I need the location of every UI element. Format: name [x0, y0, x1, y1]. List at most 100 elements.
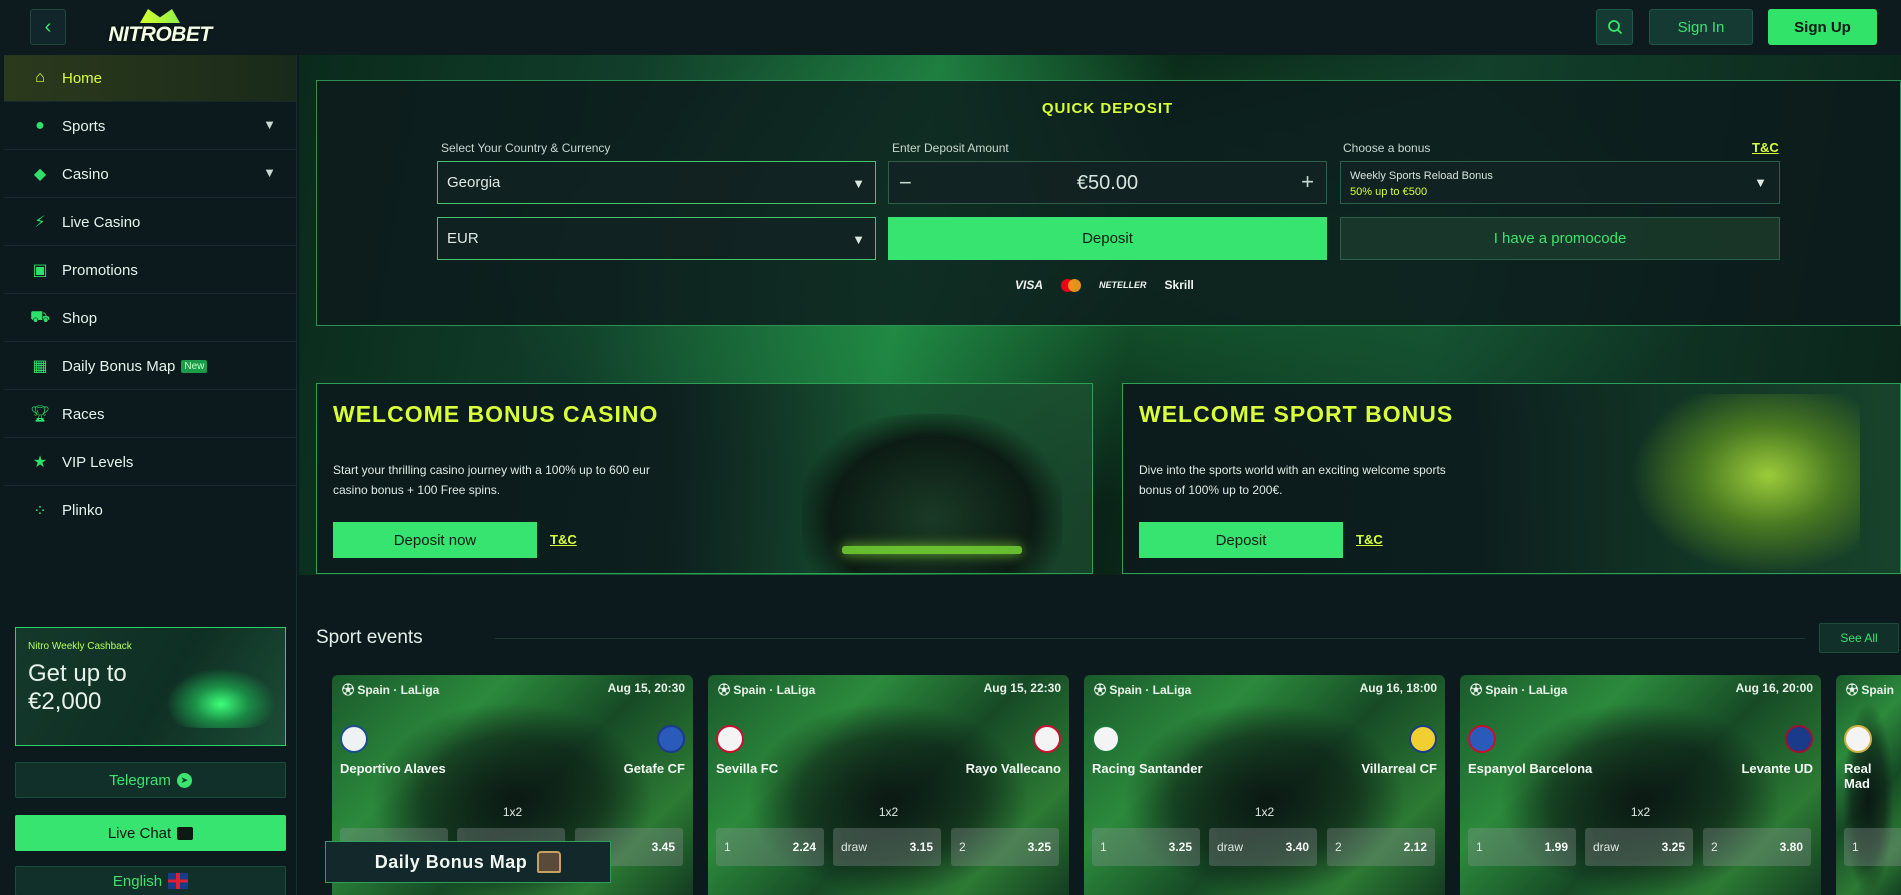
see-all-button[interactable]: See All [1819, 623, 1899, 653]
market-label: 1x2 [502, 805, 523, 819]
plinko-icon: ⁘ [33, 502, 47, 520]
tc-link[interactable]: T&C [1752, 140, 1779, 155]
lightning-icon: ⚡ [34, 214, 46, 231]
bonus-title: WELCOME SPORT BONUS [1139, 401, 1454, 427]
event-card[interactable]: ⚽︎ Spain Real Mad 1 [1836, 675, 1901, 895]
event-date: Aug 16, 20:00 [1735, 681, 1813, 695]
language-label: English [112, 872, 163, 890]
odd-home-button[interactable]: 1 2.24 [716, 828, 824, 866]
league-label: ⚽︎ Spain [1846, 683, 1895, 697]
live-chat-label: Live Chat [107, 824, 172, 842]
chevron-left-icon: ‹ [44, 15, 52, 38]
league-label: ⚽︎ Spain · LaLiga [718, 683, 816, 697]
event-card[interactable]: ⚽︎ Spain · LaLiga Aug 15, 22:30 Sevilla … [708, 675, 1069, 895]
collapse-sidebar-button[interactable]: ‹ [30, 9, 66, 45]
odd-draw-button[interactable]: draw 3.25 [1585, 828, 1693, 866]
language-selector[interactable]: English [15, 866, 286, 895]
sidebar-item-daily-bonus-map[interactable]: ▦ Daily Bonus Map New [4, 343, 296, 390]
odd-home-button[interactable]: 1 [1844, 828, 1901, 866]
away-team: Getafe CF [623, 761, 685, 776]
promocode-button[interactable]: I have a promocode [1340, 217, 1780, 260]
odd-away-button[interactable]: 2 3.25 [951, 828, 1059, 866]
nitrobet-logo[interactable]: NITROBET [108, 6, 212, 50]
daily-bonus-map-button[interactable]: Daily Bonus Map [325, 841, 611, 883]
chevron-down-icon[interactable]: ▼ [263, 117, 276, 132]
away-team-crest-icon [1785, 725, 1813, 753]
sidebar-item-label: Sports [62, 117, 106, 135]
event-date: Aug 15, 20:30 [607, 681, 685, 695]
sign-in-button[interactable]: Sign In [1649, 9, 1753, 45]
sign-up-button[interactable]: Sign Up [1768, 9, 1877, 45]
payment-methods: VISA NETELLER Skrill [1015, 276, 1205, 294]
country-select[interactable]: Georgia ▼ [437, 161, 876, 204]
daily-bonus-map-label: Daily Bonus Map [374, 851, 528, 872]
tc-link[interactable]: T&C [550, 532, 577, 547]
bonus-description: Start your thrilling casino journey with… [333, 463, 650, 497]
bonus-select[interactable]: Weekly Sports Reload Bonus 50% up to €50… [1340, 161, 1780, 204]
league-label: ⚽︎ Spain · LaLiga [1094, 683, 1192, 697]
deposit-amount-stepper[interactable]: − €50.00 + [888, 161, 1327, 204]
sidebar-item-races[interactable]: 🏆︎ Races [4, 391, 296, 438]
bonus-title: WELCOME BONUS CASINO [333, 401, 659, 427]
odd-home-button[interactable]: 1 3.25 [1092, 828, 1200, 866]
weekly-cashback-banner[interactable]: Nitro Weekly Cashback Get up to €2,000 [15, 627, 286, 746]
sport-events-title: Sport events [316, 627, 423, 648]
deposit-button[interactable]: Deposit [1139, 522, 1343, 558]
sidebar-item-promotions[interactable]: ▣ Promotions [4, 247, 296, 294]
quick-deposit-title: QUICK DEPOSIT [1041, 100, 1174, 117]
odd-away-button[interactable]: 2 3.80 [1703, 828, 1811, 866]
currency-value: EUR [447, 230, 479, 247]
chevron-down-icon: ▼ [852, 232, 865, 247]
sidebar-item-shop[interactable]: ⛟ Shop [4, 295, 296, 342]
search-button[interactable] [1596, 9, 1633, 45]
odd-draw-button[interactable]: draw 3.40 [1209, 828, 1317, 866]
chevron-down-icon[interactable]: ▼ [263, 165, 276, 180]
bonus-name: Weekly Sports Reload Bonus [1350, 170, 1493, 182]
league-label: ⚽︎ Spain · LaLiga [342, 683, 440, 697]
deposit-amount-label: Enter Deposit Amount [892, 141, 1009, 155]
home-icon: ⌂ [35, 69, 45, 86]
country-currency-label: Select Your Country & Currency [441, 141, 611, 155]
odd-home-button[interactable]: 1 1.99 [1468, 828, 1576, 866]
sidebar-item-label: Shop [62, 309, 98, 327]
event-card[interactable]: ⚽︎ Spain · LaLiga Aug 16, 20:00 Espanyol… [1460, 675, 1821, 895]
star-icon: ★ [32, 454, 48, 471]
cart-icon: ⛟ [29, 309, 51, 326]
away-team: Levante UD [1741, 761, 1813, 776]
sidebar-item-live-casino[interactable]: ⚡ Live Casino [4, 199, 296, 246]
home-team-crest-icon [1092, 725, 1120, 753]
deposit-button[interactable]: Deposit [888, 217, 1327, 260]
event-date: Aug 15, 22:30 [983, 681, 1061, 695]
race-car-image [802, 414, 1062, 573]
league-label: ⚽︎ Spain · LaLiga [1470, 683, 1568, 697]
treasure-chest-icon [537, 851, 562, 873]
gift-icon: ▣ [32, 262, 48, 279]
odd-away-button[interactable]: 2 2.12 [1327, 828, 1435, 866]
plus-icon[interactable]: + [1301, 169, 1314, 195]
logo-wings-icon [140, 9, 180, 23]
neteller-logo: NETELLER [1099, 280, 1147, 290]
home-team-crest-icon [340, 725, 368, 753]
calendar-icon: ▦ [32, 358, 48, 375]
live-chat-button[interactable]: Live Chat [15, 815, 286, 851]
welcome-sport-bonus-card: WELCOME SPORT BONUS Dive into the sports… [1122, 383, 1901, 574]
sidebar-item-vip-levels[interactable]: ★ VIP Levels [4, 439, 296, 486]
chevron-down-icon: ▼ [1754, 175, 1767, 190]
trophy-icon: 🏆︎ [29, 406, 51, 423]
away-team-crest-icon [1409, 725, 1437, 753]
sidebar-item-plinko[interactable]: ⁘ Plinko [4, 487, 296, 534]
odd-draw-button[interactable]: draw 3.15 [833, 828, 941, 866]
deposit-now-button[interactable]: Deposit now [333, 522, 537, 558]
sidebar-item-home[interactable]: ⌂ Home [4, 55, 296, 102]
sidebar-item-label: Home [62, 69, 103, 87]
sidebar-item-label: VIP Levels [62, 453, 134, 471]
event-card[interactable]: ⚽︎ Spain · LaLiga Aug 16, 18:00 Racing S… [1084, 675, 1445, 895]
bonus-detail: 50% up to €500 [1350, 186, 1428, 198]
deposit-amount-value[interactable]: €50.00 [889, 172, 1326, 195]
sidebar-item-casino[interactable]: ◆ Casino ▼ [4, 151, 296, 198]
currency-select[interactable]: EUR ▼ [437, 217, 876, 260]
telegram-button[interactable]: Telegram ➤ [15, 762, 286, 798]
tc-link[interactable]: T&C [1356, 532, 1383, 547]
skrill-logo: Skrill [1164, 278, 1194, 292]
sidebar-item-label: Promotions [62, 261, 138, 279]
